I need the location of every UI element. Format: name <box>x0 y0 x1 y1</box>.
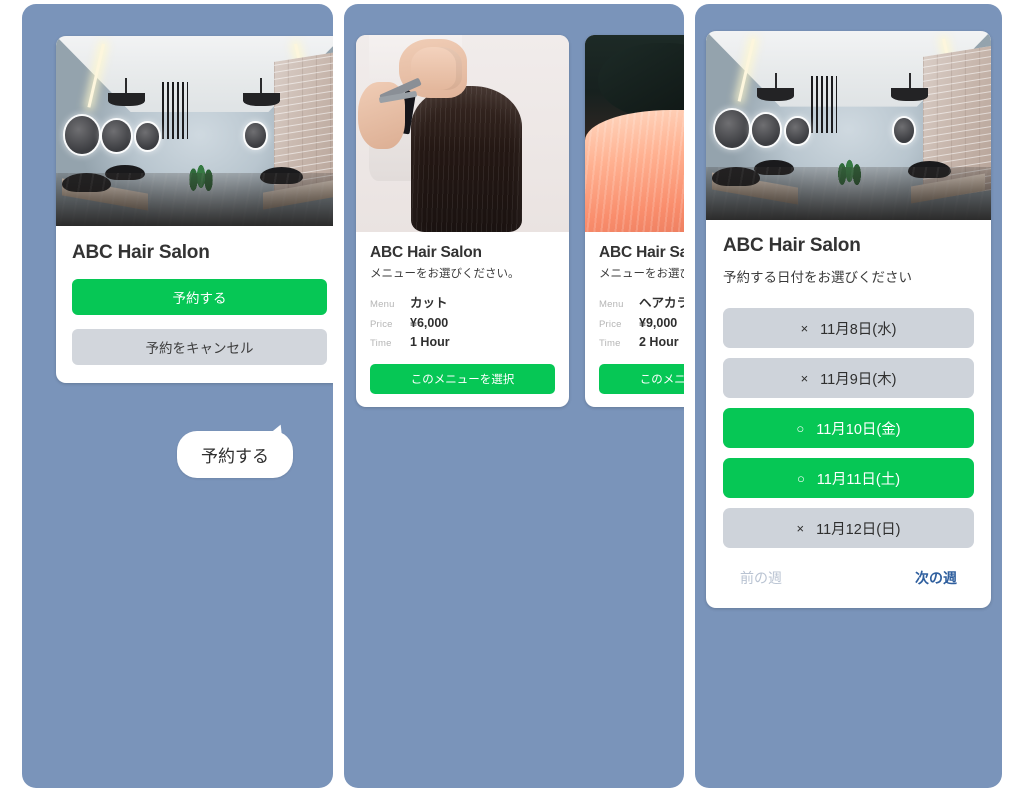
spec-value: ¥6,000 <box>410 315 449 330</box>
cancel-reservation-button[interactable]: 予約をキャンセル <box>72 328 327 365</box>
date-option-nov-9[interactable]: × 11月9日(木) <box>723 358 974 399</box>
date-label: 11月11日(土) <box>816 471 901 488</box>
unavailable-cross-icon: × <box>796 520 805 536</box>
spec-value: ¥9,000 <box>639 315 678 330</box>
spec-value: カット <box>410 295 448 310</box>
date-label: 11月10日(金) <box>816 421 901 438</box>
unavailable-cross-icon: × <box>800 320 809 336</box>
unavailable-cross-icon: × <box>800 370 809 386</box>
reserve-button[interactable]: 予約する <box>72 278 327 315</box>
salon-interior-photo <box>706 31 991 220</box>
card-subtitle: メニューをお選びください。 <box>370 267 520 280</box>
hair-color-photo <box>585 35 684 232</box>
date-option-nov-12[interactable]: × 11月12日(日) <box>723 508 974 549</box>
date-option-nov-11[interactable]: ○ 11月11日(土) <box>723 458 974 499</box>
next-week-link[interactable]: 次の週 <box>915 568 957 588</box>
select-menu-button[interactable]: このメニューを選択 <box>370 363 555 394</box>
menu-spec-list: Menu カット Price ¥6,000 Time 1 Hour <box>370 292 555 349</box>
card-title: ABC Hair Salon <box>72 242 210 263</box>
card-title: ABC Hair Salon <box>370 244 482 261</box>
spec-row-menu: Menu ヘアカラー <box>599 292 684 311</box>
available-circle-icon: ○ <box>796 420 805 436</box>
menu-card-color: ABC Hair Salon メニューをお選びください。 Menu ヘアカラー … <box>585 35 684 407</box>
spec-value: ヘアカラー <box>639 295 684 310</box>
salon-info-card: ABC Hair Salon 予約する 予約をキャンセル <box>56 36 333 383</box>
previous-week-link[interactable]: 前の週 <box>740 568 782 588</box>
spec-row-price: Price ¥9,000 <box>599 316 684 330</box>
date-option-nov-10[interactable]: ○ 11月10日(金) <box>723 408 974 449</box>
card-subtitle: 予約する日付をお選びください <box>723 269 912 285</box>
spec-value: 2 Hour <box>639 334 679 349</box>
select-menu-button[interactable]: このメニューを選択 <box>599 363 684 394</box>
haircut-photo <box>356 35 569 232</box>
spec-label: Price <box>370 318 393 330</box>
spec-row-menu: Menu カット <box>370 292 555 311</box>
spec-label: Menu <box>370 298 395 310</box>
salon-interior-photo <box>56 36 333 226</box>
menu-selection-panel: ABC Hair Salon メニューをお選びください。 Menu カット Pr… <box>344 4 684 788</box>
screenshot-stage: ABC Hair Salon 予約する 予約をキャンセル 予約する ABC Ha… <box>0 0 1024 798</box>
spec-row-time: Time 2 Hour <box>599 335 684 349</box>
spec-value: 1 Hour <box>410 334 450 349</box>
date-label: 11月12日(日) <box>816 521 901 538</box>
date-picker-card: ABC Hair Salon 予約する日付をお選びください × 11月8日(水)… <box>706 31 991 609</box>
spec-row-price: Price ¥6,000 <box>370 316 555 330</box>
card-title: ABC Hair Salon <box>723 235 861 256</box>
menu-spec-list: Menu ヘアカラー Price ¥9,000 Time 2 Hour <box>599 292 684 349</box>
date-option-nov-8[interactable]: × 11月8日(水) <box>723 308 974 349</box>
spec-label: Price <box>599 318 622 330</box>
week-navigation: 前の週 次の週 <box>706 550 991 608</box>
chat-bubble-user-message: 予約する <box>177 431 293 478</box>
available-circle-icon: ○ <box>796 470 805 486</box>
card-subtitle: メニューをお選びください。 <box>599 267 684 280</box>
reservation-entry-panel: ABC Hair Salon 予約する 予約をキャンセル 予約する <box>22 4 333 788</box>
spec-label: Menu <box>599 298 624 310</box>
spec-label: Time <box>599 337 621 349</box>
menu-carousel[interactable]: ABC Hair Salon メニューをお選びください。 Menu カット Pr… <box>356 35 684 407</box>
menu-card-cut: ABC Hair Salon メニューをお選びください。 Menu カット Pr… <box>356 35 569 407</box>
spec-row-time: Time 1 Hour <box>370 335 555 349</box>
date-label: 11月9日(木) <box>820 371 897 388</box>
date-option-list: × 11月8日(水) × 11月9日(木) ○ 11月10日(金) ○ 11月1… <box>706 308 991 550</box>
card-title: ABC Hair Salon <box>599 244 684 261</box>
date-label: 11月8日(水) <box>820 321 897 338</box>
date-selection-panel: ABC Hair Salon 予約する日付をお選びください × 11月8日(水)… <box>695 4 1002 788</box>
spec-label: Time <box>370 337 392 349</box>
